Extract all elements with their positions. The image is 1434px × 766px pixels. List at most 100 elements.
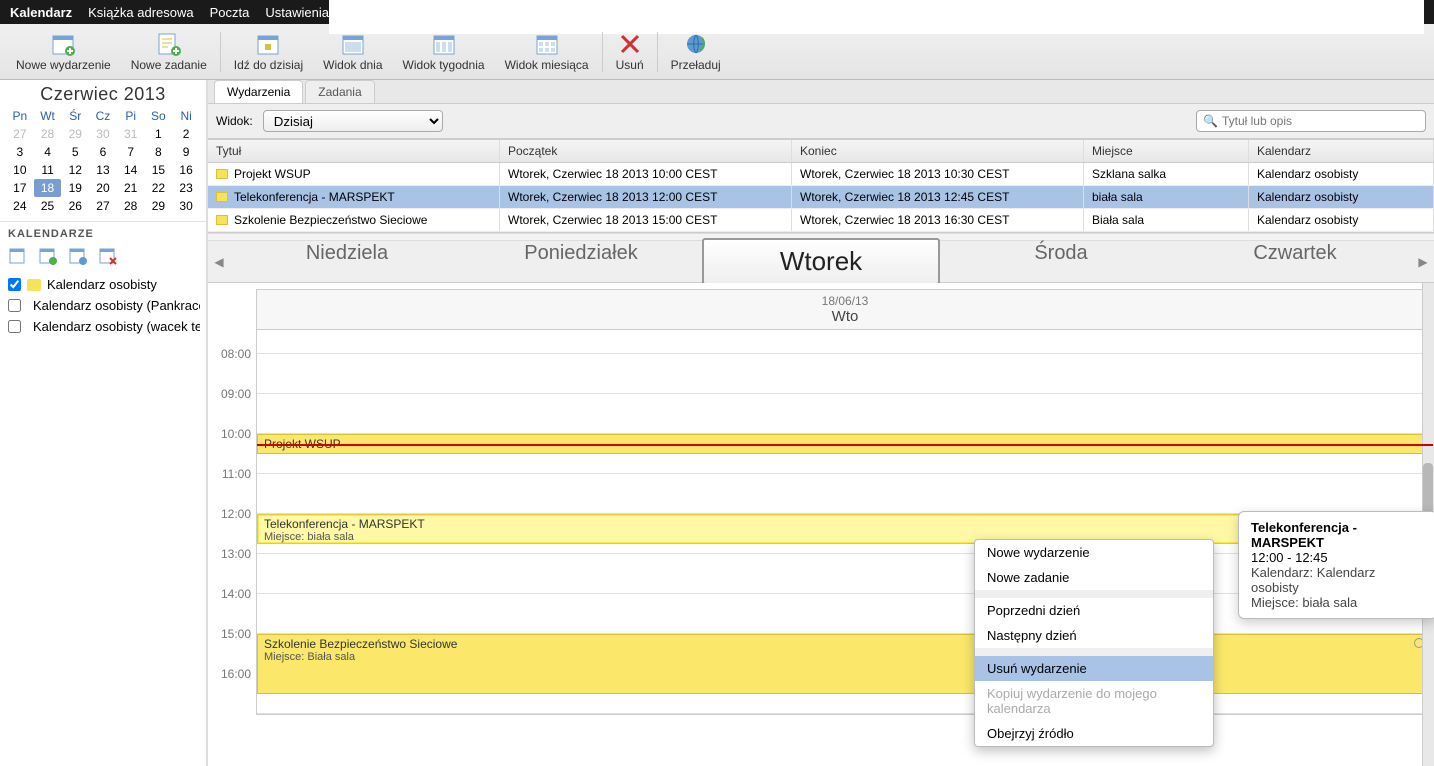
ctx-view-source[interactable]: Obejrzyj źródło	[975, 721, 1213, 746]
minical-day[interactable]: 7	[117, 143, 145, 161]
table-row[interactable]: Szkolenie Bezpieczeństwo SiecioweWtorek,…	[208, 209, 1434, 232]
minical-day[interactable]: 16	[172, 161, 200, 179]
minical-day[interactable]: 28	[117, 197, 145, 215]
subscribe-calendar-icon[interactable]	[38, 246, 58, 266]
ctx-delete-event[interactable]: Usuń wydarzenie	[975, 656, 1213, 681]
minical-day[interactable]: 26	[61, 197, 89, 215]
minical-day[interactable]: 23	[172, 179, 200, 197]
calendar-name: Kalendarz osobisty (Pankracel	[33, 298, 200, 313]
event-place: Szklana salka	[1084, 163, 1249, 185]
minical-day[interactable]: 27	[6, 125, 34, 143]
day-tab[interactable]: Poniedziałek	[464, 236, 698, 287]
dow-header: Śr	[61, 107, 89, 125]
minical-day[interactable]: 18	[34, 179, 62, 197]
add-calendar-icon[interactable]	[8, 246, 28, 266]
view-select[interactable]: Dzisiaj	[263, 110, 443, 132]
day-tab[interactable]: Niedziela	[230, 236, 464, 287]
ctx-new-event[interactable]: Nowe wydarzenie	[975, 540, 1213, 565]
minical-day[interactable]: 3	[6, 143, 34, 161]
minical-day[interactable]: 22	[145, 179, 173, 197]
minical-day[interactable]: 25	[34, 197, 62, 215]
minical-day[interactable]: 17	[6, 179, 34, 197]
calendar-checkbox[interactable]	[8, 299, 21, 312]
calendar-today-icon	[256, 32, 280, 56]
next-arrow[interactable]: ▶	[1412, 255, 1434, 269]
minical-day[interactable]: 8	[145, 143, 173, 161]
calendar-name: Kalendarz osobisty (wacek tes	[33, 319, 200, 334]
search-input[interactable]	[1222, 114, 1419, 128]
minical-day[interactable]: 30	[89, 125, 117, 143]
calendar-row[interactable]: Kalendarz osobisty	[6, 274, 200, 295]
minical-day[interactable]: 29	[61, 125, 89, 143]
new-task-button[interactable]: Nowe zadanie	[121, 30, 217, 74]
minical-day[interactable]: 24	[6, 197, 34, 215]
go-today-button[interactable]: Idź do dzisiaj	[224, 30, 313, 74]
event-place: Biała sala	[1084, 209, 1249, 231]
col-start[interactable]: Początek	[500, 140, 792, 162]
delete-button[interactable]: Usuń	[606, 30, 654, 74]
calendar-row[interactable]: Kalendarz osobisty (Pankracel	[6, 295, 200, 316]
minical-day[interactable]: 31	[117, 125, 145, 143]
calendar-plus-icon	[51, 32, 75, 56]
new-event-button[interactable]: Nowe wydarzenie	[6, 30, 121, 74]
minical-day[interactable]: 1	[145, 125, 173, 143]
minical-day[interactable]: 9	[172, 143, 200, 161]
menu-settings[interactable]: Ustawienia	[265, 5, 329, 20]
remove-calendar-icon[interactable]	[98, 246, 118, 266]
timeline[interactable]: 18/06/13 Wto 08:0009:0010:0011:0012:0013…	[208, 283, 1434, 766]
col-calendar[interactable]: Kalendarz	[1249, 140, 1434, 162]
minical-day[interactable]: 2	[172, 125, 200, 143]
day-tab[interactable]: Środa	[944, 236, 1178, 287]
web-calendar-icon[interactable]	[68, 246, 88, 266]
minical-day[interactable]: 27	[89, 197, 117, 215]
calendar-checkbox[interactable]	[8, 278, 21, 291]
prev-arrow[interactable]: ◀	[208, 255, 230, 269]
calendar-row[interactable]: Kalendarz osobisty (wacek tes	[6, 316, 200, 337]
search-icon: 🔍	[1203, 114, 1218, 128]
minical-day[interactable]: 13	[89, 161, 117, 179]
calendar-checkbox[interactable]	[8, 320, 21, 333]
minical-day[interactable]: 29	[145, 197, 173, 215]
hour-row[interactable]: 08:00	[257, 354, 1433, 394]
col-place[interactable]: Miejsce	[1084, 140, 1249, 162]
col-title[interactable]: Tytuł	[208, 140, 500, 162]
allday-row[interactable]	[256, 330, 1434, 354]
minical-day[interactable]: 11	[34, 161, 62, 179]
minical-day[interactable]: 19	[61, 179, 89, 197]
hour-row[interactable]: 11:00	[257, 474, 1433, 514]
minical-day[interactable]: 4	[34, 143, 62, 161]
tab-events[interactable]: Wydarzenia	[214, 80, 303, 103]
minical-day[interactable]: 10	[6, 161, 34, 179]
menu-addressbook[interactable]: Książka adresowa	[88, 5, 194, 20]
calendars-heading: KALENDARZE	[0, 222, 206, 246]
user-name[interactable]: Jacek Tester	[329, 0, 1424, 5]
menu-calendar[interactable]: Kalendarz	[10, 5, 72, 20]
table-row[interactable]: Telekonferencja - MARSPEKTWtorek, Czerwi…	[208, 186, 1434, 209]
menu-mail[interactable]: Poczta	[210, 5, 250, 20]
day-tab[interactable]: Wtorek	[702, 238, 940, 285]
minical-day[interactable]: 28	[34, 125, 62, 143]
col-end[interactable]: Koniec	[792, 140, 1084, 162]
timeline-event[interactable]: Szkolenie Bezpieczeństwo SiecioweMiejsce…	[257, 634, 1429, 694]
day-tab[interactable]: Czwartek	[1178, 236, 1412, 287]
ctx-prev-day[interactable]: Poprzedni dzień	[975, 598, 1213, 623]
minical-day[interactable]: 14	[117, 161, 145, 179]
day-view-button[interactable]: Widok dnia	[313, 30, 392, 74]
delete-label: Usuń	[616, 58, 644, 72]
minical-day[interactable]: 6	[89, 143, 117, 161]
minical-day[interactable]: 12	[61, 161, 89, 179]
ctx-new-task[interactable]: Nowe zadanie	[975, 565, 1213, 590]
minical-day[interactable]: 20	[89, 179, 117, 197]
search-box[interactable]: 🔍	[1196, 110, 1426, 132]
tab-tasks[interactable]: Zadania	[305, 80, 374, 103]
minical-day[interactable]: 5	[61, 143, 89, 161]
minical-day[interactable]: 30	[172, 197, 200, 215]
month-view-button[interactable]: Widok miesiąca	[495, 30, 599, 74]
ctx-next-day[interactable]: Następny dzień	[975, 623, 1213, 648]
minical-day[interactable]: 15	[145, 161, 173, 179]
hour-row[interactable]: 09:00	[257, 394, 1433, 434]
minical-day[interactable]: 21	[117, 179, 145, 197]
week-view-button[interactable]: Widok tygodnia	[393, 30, 495, 74]
reload-button[interactable]: Przeładuj	[661, 30, 731, 74]
table-row[interactable]: Projekt WSUPWtorek, Czerwiec 18 2013 10:…	[208, 163, 1434, 186]
